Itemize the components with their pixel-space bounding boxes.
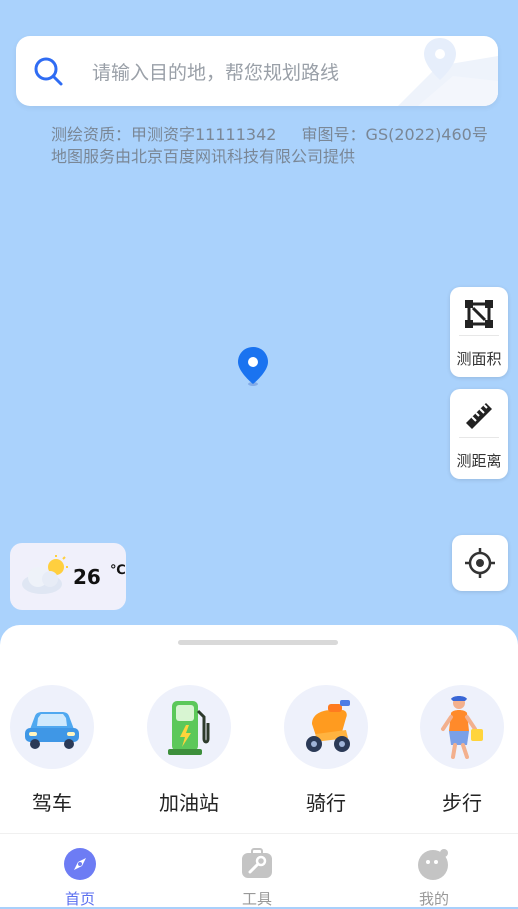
sheet-drag-handle[interactable] (178, 640, 338, 645)
mode-ride[interactable]: 骑行 (276, 685, 376, 816)
toolbox-icon (242, 848, 272, 878)
location-pin-icon[interactable] (236, 346, 270, 388)
mode-gas-station-circle (147, 685, 231, 769)
measure-area-button[interactable]: 测面积 (450, 287, 508, 377)
measure-area-label: 测面积 (456, 350, 502, 368)
ruler-icon (466, 403, 492, 429)
temperature-unit: ℃ (110, 563, 126, 578)
copyright-review-number: 审图号：GS(2022)460号 (301, 125, 488, 144)
partly-cloudy-icon (22, 555, 68, 594)
mode-ride-label: 骑行 (306, 791, 346, 815)
gas-station-icon (168, 701, 210, 755)
search-icon (34, 57, 63, 86)
travel-modes: 驾车 加油站 骑行 步行 (0, 685, 518, 835)
tab-mine[interactable]: 我的 (384, 848, 484, 909)
mode-drive-circle (10, 685, 94, 769)
map-copyright: 测绘资质：甲测资字11111342 审图号：GS(2022)460号 地图服务由… (51, 124, 488, 168)
search-bar[interactable]: 请输入目的地，帮您规划路线 (16, 36, 498, 106)
scooter-icon (306, 700, 350, 752)
temperature-value: 26 (73, 565, 101, 589)
car-icon (25, 712, 79, 749)
tab-tools[interactable]: 工具 (207, 848, 307, 909)
measure-distance-label: 测距离 (456, 452, 502, 470)
mode-ride-circle (284, 685, 368, 769)
compass-icon (64, 848, 96, 880)
map-pin-decoration-icon (398, 38, 498, 106)
measure-distance-button[interactable]: 测距离 (450, 389, 508, 479)
mode-walk[interactable]: 步行 (412, 685, 512, 816)
mode-walk-label: 步行 (442, 791, 482, 815)
copyright-license: 测绘资质：甲测资字11111342 (51, 125, 277, 144)
bottom-tab-bar: 首页 工具 我的 (0, 833, 518, 909)
locate-me-button[interactable] (452, 535, 508, 591)
profile-face-icon (418, 849, 448, 880)
mode-gas-station-label: 加油站 (159, 791, 219, 815)
mode-drive-label: 驾车 (32, 791, 72, 815)
walking-person-icon (441, 696, 483, 759)
mode-drive[interactable]: 驾车 (2, 685, 102, 816)
mode-walk-circle (420, 685, 504, 769)
copyright-provider: 地图服务由北京百度网讯科技有限公司提供 (51, 147, 356, 166)
divider (459, 437, 499, 438)
search-placeholder: 请输入目的地，帮您规划路线 (92, 62, 340, 84)
tab-home[interactable]: 首页 (30, 848, 130, 909)
measure-area-icon (465, 300, 493, 328)
crosshair-icon (465, 548, 495, 578)
mode-gas-station[interactable]: 加油站 (139, 685, 239, 816)
divider (459, 335, 499, 336)
weather-widget[interactable]: 26 ℃ (10, 543, 126, 610)
